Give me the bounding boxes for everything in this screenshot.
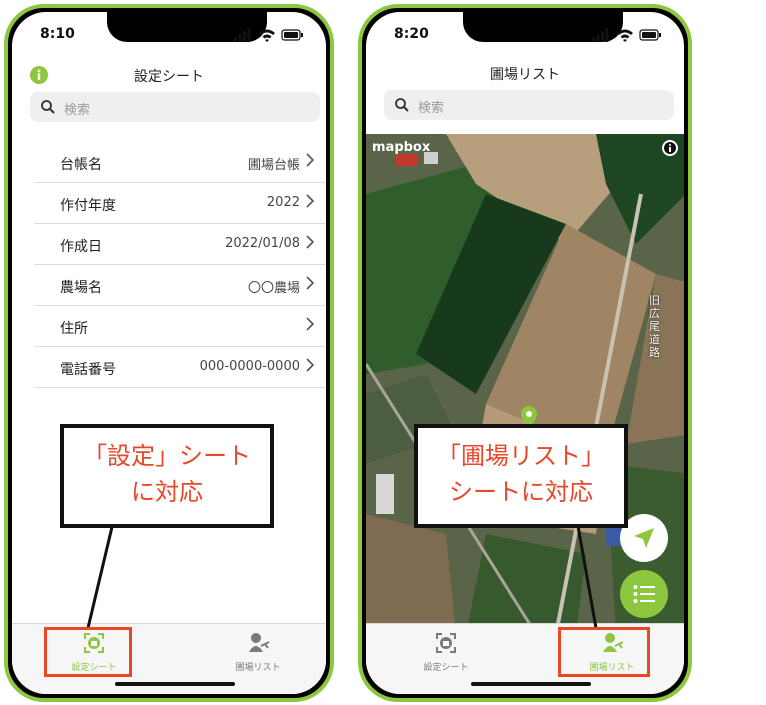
callout-line: シートに対応	[449, 478, 593, 506]
callout-line: 「設定」シート	[83, 442, 251, 470]
callout-settings-sheet: 「設定」シート に対応	[60, 424, 274, 528]
highlight-settings-tab	[44, 627, 132, 677]
callout-pointer-lines	[86, 525, 598, 629]
highlight-field-list-tab	[558, 627, 650, 677]
callout-field-list: 「圃場リスト」 シートに対応	[414, 424, 628, 528]
callout-line: に対応	[131, 478, 203, 506]
callout-line: 「圃場リスト」	[437, 442, 605, 470]
